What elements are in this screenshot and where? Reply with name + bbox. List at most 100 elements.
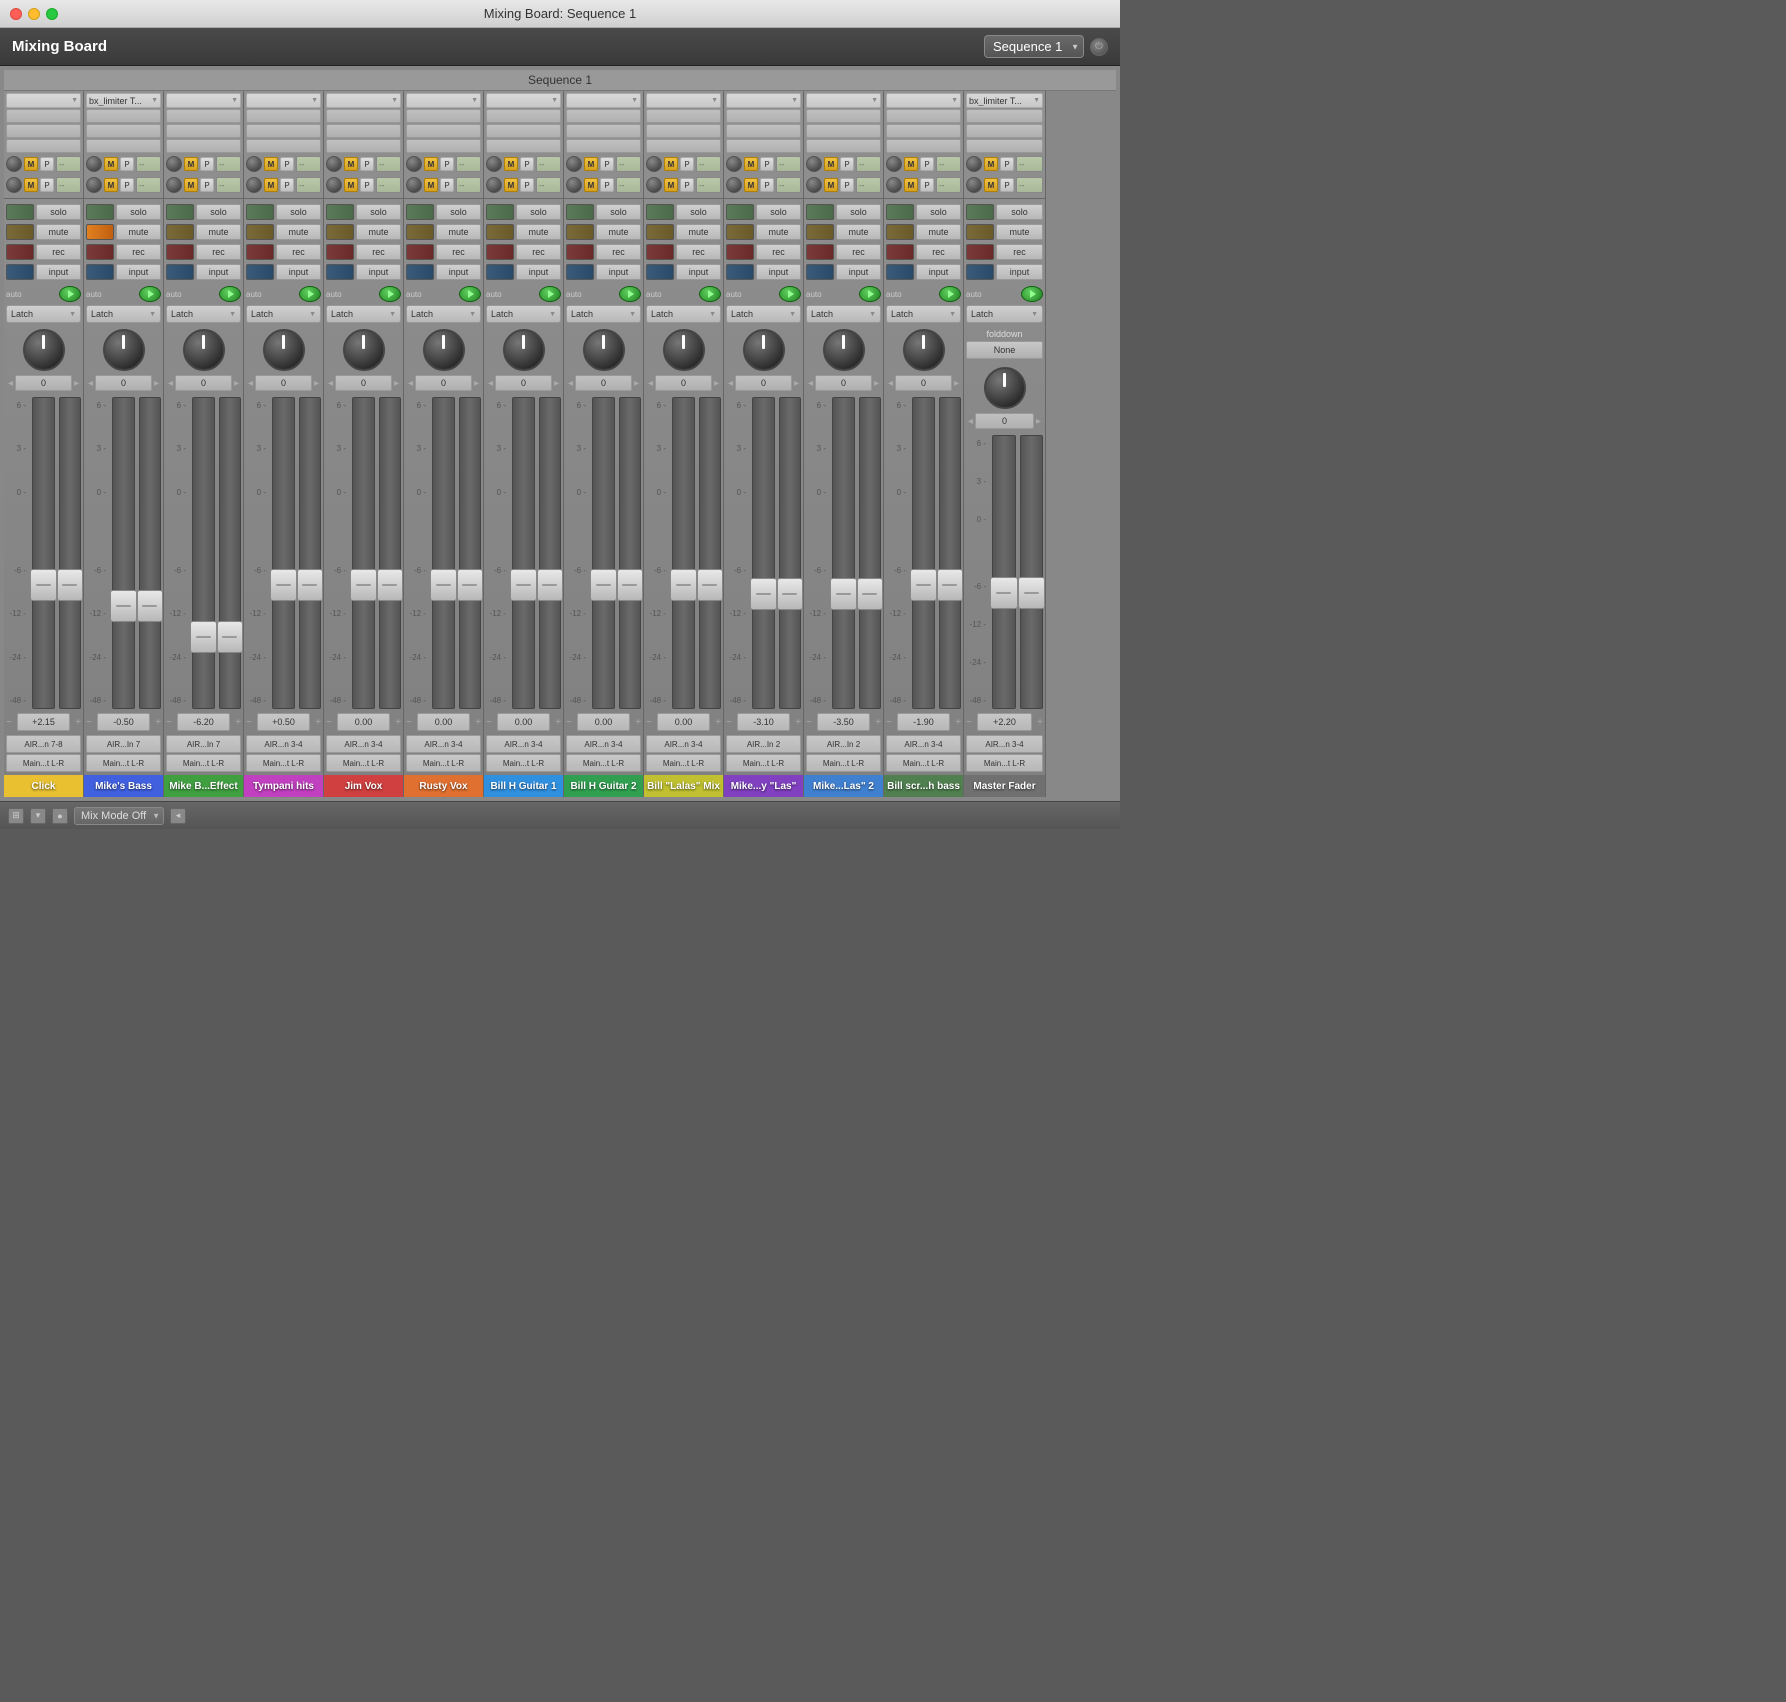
pan-left-arrow-11[interactable]: ◂: [806, 378, 815, 389]
track-color-bar-11[interactable]: Mike...Las" 2: [804, 775, 883, 797]
p-button-12-1[interactable]: P: [920, 178, 934, 192]
fader-track-l-2[interactable]: [112, 397, 135, 709]
smri-btn-7-1[interactable]: mute: [516, 224, 561, 240]
db-minus-7[interactable]: −: [486, 717, 496, 728]
p-button-4-0[interactable]: P: [280, 157, 294, 171]
auto-dropdown-12[interactable]: Latch: [886, 305, 961, 323]
p-button-4-1[interactable]: P: [280, 178, 294, 192]
track-color-bar-13[interactable]: Master Fader: [964, 775, 1045, 797]
smri-btn-3-2[interactable]: rec: [196, 244, 241, 260]
auto-play-btn-2[interactable]: [139, 286, 161, 302]
bus-knob-9-0[interactable]: [646, 156, 662, 172]
auto-dropdown-9[interactable]: Latch: [646, 305, 721, 323]
fader-track-l-6[interactable]: [432, 397, 455, 709]
pan-right-arrow-7[interactable]: ▸: [552, 378, 561, 389]
smri-btn-3-0[interactable]: solo: [196, 204, 241, 220]
pan-value-2[interactable]: 0: [95, 375, 152, 391]
track-color-bar-4[interactable]: Tympani hits: [244, 775, 323, 797]
smri-btn-6-0[interactable]: solo: [436, 204, 481, 220]
insert-slot-11-0[interactable]: [806, 109, 881, 123]
smri-btn-1-3[interactable]: input: [36, 264, 81, 280]
fader-handle-r-3[interactable]: [217, 621, 244, 653]
pan-right-arrow-4[interactable]: ▸: [312, 378, 321, 389]
smri-btn-1-0[interactable]: solo: [36, 204, 81, 220]
fader-handle-r-5[interactable]: [377, 569, 404, 601]
db-value-5[interactable]: 0.00: [337, 713, 390, 731]
bus-knob-12-1[interactable]: [886, 177, 902, 193]
insert-slot-10-2[interactable]: [726, 139, 801, 153]
insert-dropdown-5[interactable]: [326, 93, 401, 108]
db-plus-2[interactable]: +: [151, 717, 161, 728]
pan-knob-6[interactable]: [423, 329, 465, 371]
fader-handle-r-2[interactable]: [137, 590, 164, 622]
db-minus-12[interactable]: −: [886, 717, 896, 728]
insert-dropdown-13[interactable]: bx_limiter T...: [966, 93, 1043, 108]
p-button-6-0[interactable]: P: [440, 157, 454, 171]
pan-knob-10[interactable]: [743, 329, 785, 371]
db-plus-9[interactable]: +: [711, 717, 721, 728]
fader-handle-r-7[interactable]: [537, 569, 564, 601]
m-button-10-1[interactable]: M: [744, 178, 758, 192]
pan-value-3[interactable]: 0: [175, 375, 232, 391]
fader-track-r-2[interactable]: [139, 397, 162, 709]
fader-handle-l-8[interactable]: [590, 569, 617, 601]
db-minus-11[interactable]: −: [806, 717, 816, 728]
sequence-dropdown[interactable]: Sequence 1: [984, 35, 1084, 58]
fader-handle-l-13[interactable]: [990, 577, 1018, 609]
m-button-5-0[interactable]: M: [344, 157, 358, 171]
fader-track-l-4[interactable]: [272, 397, 295, 709]
track-color-bar-6[interactable]: Rusty Vox: [404, 775, 483, 797]
db-value-6[interactable]: 0.00: [417, 713, 470, 731]
smri-btn-10-0[interactable]: solo: [756, 204, 801, 220]
smri-btn-5-2[interactable]: rec: [356, 244, 401, 260]
pan-value-4[interactable]: 0: [255, 375, 312, 391]
smri-btn-11-1[interactable]: mute: [836, 224, 881, 240]
fader-handle-l-1[interactable]: [30, 569, 57, 601]
insert-slot-10-0[interactable]: [726, 109, 801, 123]
pan-right-arrow-11[interactable]: ▸: [872, 378, 881, 389]
db-plus-3[interactable]: +: [231, 717, 241, 728]
insert-slot-9-0[interactable]: [646, 109, 721, 123]
smri-btn-8-1[interactable]: mute: [596, 224, 641, 240]
track-color-bar-12[interactable]: Bill scr...h bass: [884, 775, 963, 797]
insert-slot-8-2[interactable]: [566, 139, 641, 153]
m-button-13-1[interactable]: M: [984, 178, 998, 192]
insert-slot-8-1[interactable]: [566, 124, 641, 138]
pan-left-arrow-10[interactable]: ◂: [726, 378, 735, 389]
fader-track-r-1[interactable]: [59, 397, 82, 709]
smri-btn-2-0[interactable]: solo: [116, 204, 161, 220]
fader-handle-r-6[interactable]: [457, 569, 484, 601]
smri-btn-13-0[interactable]: solo: [996, 204, 1043, 220]
pan-value-9[interactable]: 0: [655, 375, 712, 391]
p-button-8-1[interactable]: P: [600, 178, 614, 192]
pan-left-arrow-5[interactable]: ◂: [326, 378, 335, 389]
insert-dropdown-8[interactable]: [566, 93, 641, 108]
m-button-7-1[interactable]: M: [504, 178, 518, 192]
bus-knob-10-1[interactable]: [726, 177, 742, 193]
insert-dropdown-4[interactable]: [246, 93, 321, 108]
auto-play-btn-1[interactable]: [59, 286, 81, 302]
smri-btn-5-3[interactable]: input: [356, 264, 401, 280]
insert-slot-5-2[interactable]: [326, 139, 401, 153]
pan-knob-3[interactable]: [183, 329, 225, 371]
insert-dropdown-11[interactable]: [806, 93, 881, 108]
db-plus-13[interactable]: +: [1033, 717, 1043, 728]
fader-track-l-12[interactable]: [912, 397, 935, 709]
pan-left-arrow-6[interactable]: ◂: [406, 378, 415, 389]
fader-track-r-4[interactable]: [299, 397, 322, 709]
insert-slot-4-0[interactable]: [246, 109, 321, 123]
insert-slot-12-1[interactable]: [886, 124, 961, 138]
fader-handle-r-8[interactable]: [617, 569, 644, 601]
db-plus-1[interactable]: +: [71, 717, 81, 728]
insert-slot-2-2[interactable]: [86, 139, 161, 153]
m-button-6-1[interactable]: M: [424, 178, 438, 192]
bus-knob-11-0[interactable]: [806, 156, 822, 172]
pan-left-arrow-9[interactable]: ◂: [646, 378, 655, 389]
pan-knob-12[interactable]: [903, 329, 945, 371]
fader-track-r-8[interactable]: [619, 397, 642, 709]
auto-dropdown-8[interactable]: Latch: [566, 305, 641, 323]
fader-handle-l-11[interactable]: [830, 578, 857, 610]
db-minus-2[interactable]: −: [86, 717, 96, 728]
auto-play-btn-4[interactable]: [299, 286, 321, 302]
pan-right-arrow-2[interactable]: ▸: [152, 378, 161, 389]
